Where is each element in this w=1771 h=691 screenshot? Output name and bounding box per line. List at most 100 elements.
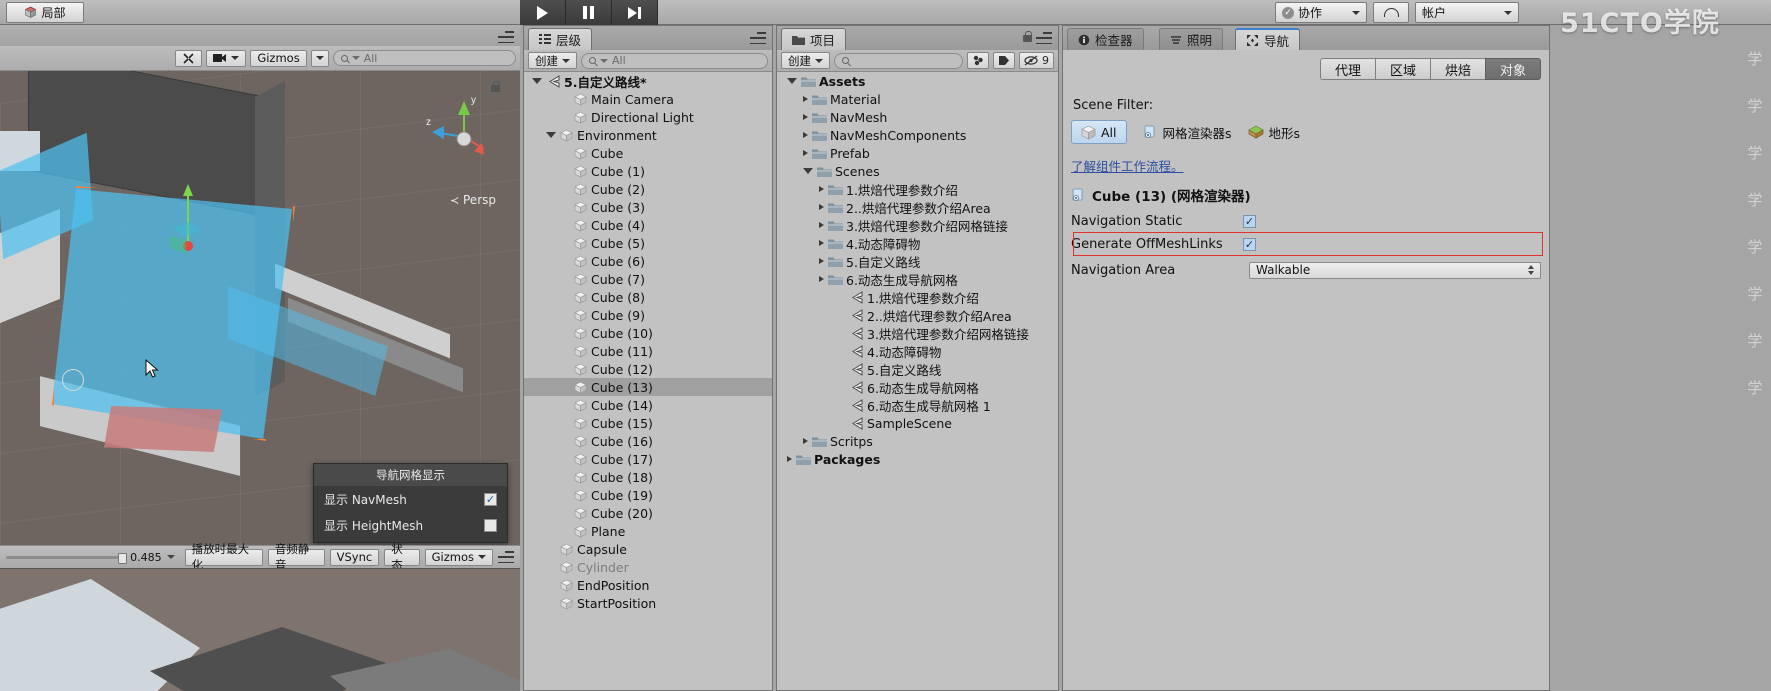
- vsync-button[interactable]: VSync: [329, 548, 380, 566]
- tab-project[interactable]: 项目: [781, 28, 847, 50]
- generate-offmeshlinks-checkbox[interactable]: ✓: [1243, 237, 1256, 251]
- segment-object[interactable]: 对象: [1484, 58, 1541, 80]
- hierarchy-item[interactable]: Cube (16): [524, 432, 772, 450]
- project-item[interactable]: SampleScene: [777, 414, 1058, 432]
- hierarchy-item[interactable]: Cube (1): [524, 162, 772, 180]
- disclosure-triangle-closed-icon[interactable]: [803, 438, 808, 444]
- project-item[interactable]: 3.烘焙代理参数介绍网格链接: [777, 216, 1058, 234]
- navigation-static-row[interactable]: Navigation Static ✓: [1071, 211, 1541, 231]
- game-view-menu-icon[interactable]: [498, 551, 514, 563]
- navigation-static-checkbox[interactable]: ✓: [1243, 214, 1256, 228]
- project-menu-icon[interactable]: [1036, 32, 1052, 44]
- hierarchy-item[interactable]: Directional Light: [524, 108, 772, 126]
- segment-areas[interactable]: 区域: [1374, 58, 1430, 80]
- hierarchy-item[interactable]: Main Camera: [524, 90, 772, 108]
- disclosure-triangle-open-icon[interactable]: [532, 78, 542, 84]
- scene-camera-button[interactable]: [206, 49, 247, 67]
- project-item[interactable]: 5.自定义路线: [777, 252, 1058, 270]
- project-create-button[interactable]: 创建: [781, 52, 830, 69]
- pivot-mode-button[interactable]: 局部: [6, 2, 84, 23]
- hierarchy-menu-icon[interactable]: [750, 32, 766, 44]
- disclosure-triangle-closed-icon[interactable]: [803, 114, 808, 120]
- gizmos-dropdown-button[interactable]: [310, 49, 329, 67]
- tab-navigation[interactable]: 导航: [1235, 28, 1301, 50]
- hierarchy-create-button[interactable]: 创建: [528, 52, 577, 69]
- disclosure-triangle-closed-icon[interactable]: [803, 96, 808, 102]
- navmesh-show-row[interactable]: 显示 NavMesh ✓: [314, 486, 507, 512]
- hierarchy-item[interactable]: Cube (7): [524, 270, 772, 288]
- hierarchy-item[interactable]: Environment: [524, 126, 772, 144]
- project-item[interactable]: 3.烘焙代理参数介绍网格链接: [777, 324, 1058, 342]
- hierarchy-item[interactable]: Cube: [524, 144, 772, 162]
- disclosure-triangle-closed-icon[interactable]: [803, 132, 808, 138]
- hierarchy-search-input[interactable]: All: [581, 52, 768, 69]
- hierarchy-item[interactable]: Cube (14): [524, 396, 772, 414]
- step-button[interactable]: [612, 0, 658, 25]
- hierarchy-item[interactable]: Cube (10): [524, 324, 772, 342]
- hierarchy-item[interactable]: Cube (18): [524, 468, 772, 486]
- tab-lighting[interactable]: 照明: [1159, 28, 1224, 50]
- transform-gizmo[interactable]: [168, 176, 228, 256]
- hierarchy-item[interactable]: Cube (17): [524, 450, 772, 468]
- project-item[interactable]: 1.烘焙代理参数介绍: [777, 180, 1058, 198]
- disclosure-triangle-closed-icon[interactable]: [787, 456, 792, 462]
- hierarchy-item[interactable]: Cube (12): [524, 360, 772, 378]
- hierarchy-item[interactable]: Cube (20): [524, 504, 772, 522]
- gizmos-button[interactable]: Gizmos: [250, 49, 307, 67]
- hierarchy-item[interactable]: Cube (5): [524, 234, 772, 252]
- hierarchy-item[interactable]: Cube (4): [524, 216, 772, 234]
- disclosure-triangle-closed-icon[interactable]: [819, 258, 824, 264]
- project-item[interactable]: 5.自定义路线: [777, 360, 1058, 378]
- disclosure-triangle-closed-icon[interactable]: [819, 240, 824, 246]
- hierarchy-item[interactable]: Cube (11): [524, 342, 772, 360]
- segment-agents[interactable]: 代理: [1319, 58, 1375, 80]
- scene-tools-button[interactable]: [175, 49, 203, 67]
- hierarchy-item[interactable]: Cube (2): [524, 180, 772, 198]
- scene-search-input[interactable]: All: [332, 50, 516, 66]
- hierarchy-item[interactable]: EndPosition: [524, 576, 772, 594]
- project-item[interactable]: NavMesh: [777, 108, 1058, 126]
- hierarchy-tree[interactable]: 5.自定义路线* Main Camera Directional Light Envi…: [524, 72, 772, 690]
- heightmesh-show-row[interactable]: 显示 HeightMesh ✓: [314, 512, 507, 538]
- pause-button[interactable]: [566, 0, 612, 25]
- project-item[interactable]: Prefab: [777, 144, 1058, 162]
- hierarchy-item[interactable]: Cube (6): [524, 252, 772, 270]
- project-item[interactable]: NavMeshComponents: [777, 126, 1058, 144]
- project-item[interactable]: 6.动态生成导航网格 1: [777, 396, 1058, 414]
- disclosure-triangle-closed-icon[interactable]: [819, 222, 824, 228]
- disclosure-triangle-closed-icon[interactable]: [819, 276, 824, 282]
- hierarchy-item[interactable]: Cube (9): [524, 306, 772, 324]
- project-favorite-button[interactable]: [967, 52, 989, 69]
- disclosure-triangle-open-icon[interactable]: [787, 78, 797, 84]
- navigation-area-row[interactable]: Navigation Area Walkable: [1071, 260, 1541, 280]
- disclosure-triangle-closed-icon[interactable]: [803, 150, 808, 156]
- project-item[interactable]: 1.烘焙代理参数介绍: [777, 288, 1058, 306]
- hierarchy-item[interactable]: Cube (19): [524, 486, 772, 504]
- disclosure-triangle-closed-icon[interactable]: [819, 186, 824, 192]
- disclosure-triangle-open-icon[interactable]: [546, 132, 556, 138]
- hierarchy-item[interactable]: StartPosition: [524, 594, 772, 612]
- segment-bake[interactable]: 烘焙: [1429, 58, 1485, 80]
- project-visibility-button[interactable]: 9: [1019, 52, 1054, 69]
- project-item[interactable]: 6.动态生成导航网格: [777, 378, 1058, 396]
- scale-slider[interactable]: [6, 552, 128, 564]
- project-item[interactable]: 6.动态生成导航网格: [777, 270, 1058, 288]
- generate-offmeshlinks-row[interactable]: Generate OffMeshLinks ✓: [1071, 232, 1543, 256]
- project-item[interactable]: 2..烘焙代理参数介绍Area: [777, 306, 1058, 324]
- scene-view-menu-icon[interactable]: [498, 31, 514, 43]
- scene-axis-gizmo[interactable]: y z: [424, 93, 502, 171]
- mute-audio-button[interactable]: 音频静音: [267, 542, 325, 572]
- project-item[interactable]: Assets: [777, 72, 1058, 90]
- tab-hierarchy[interactable]: 层级: [528, 28, 593, 50]
- project-lock-icon[interactable]: [1023, 31, 1032, 42]
- hierarchy-item[interactable]: Plane: [524, 522, 772, 540]
- project-tree[interactable]: Assets Material NavMesh NavMeshComponents Pr…: [777, 72, 1058, 690]
- heightmesh-show-checkbox[interactable]: ✓: [484, 518, 497, 532]
- project-item[interactable]: 4.动态障碍物: [777, 342, 1058, 360]
- filter-all-button[interactable]: All: [1071, 120, 1127, 144]
- project-item[interactable]: Material: [777, 90, 1058, 108]
- project-item[interactable]: 4.动态障碍物: [777, 234, 1058, 252]
- cloud-services-button[interactable]: [1373, 2, 1409, 23]
- filter-terrains[interactable]: 地形s: [1247, 123, 1300, 142]
- project-item[interactable]: Packages: [777, 450, 1058, 468]
